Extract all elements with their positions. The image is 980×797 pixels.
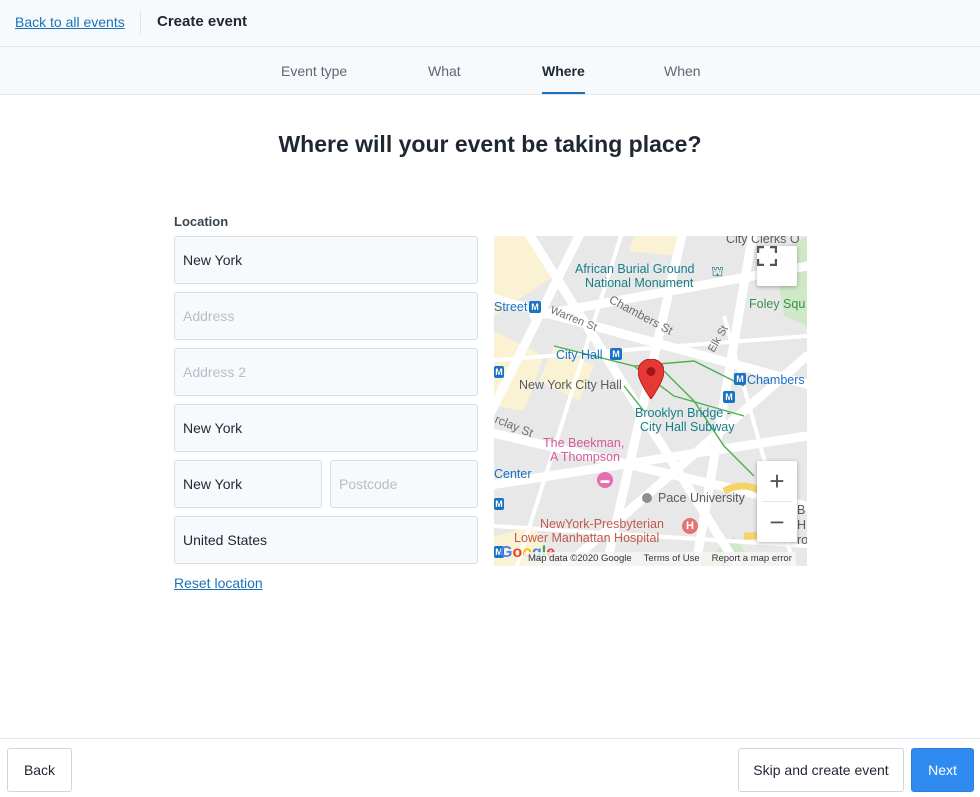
logo-letter: o [512,544,523,561]
map-label-street: Street [494,300,528,314]
postcode-input[interactable] [330,460,478,508]
tab-what[interactable]: What [428,63,461,79]
topbar-divider [140,11,141,35]
map-label-nyp: NewYork-Presbyterian [540,517,664,531]
reset-location-link[interactable]: Reset location [174,575,263,591]
report-map-error-link[interactable]: Report a map error [712,553,792,565]
map-label-lower-manhattan: Lower Manhattan Hospital [514,531,660,545]
logo-letter: G [500,544,513,561]
footer-bar: Back Skip and create event Next [0,738,980,797]
tab-where[interactable]: Where [542,63,585,94]
venue-input[interactable] [174,236,478,284]
subway-icon: M [529,301,541,313]
map-fullscreen-button[interactable] [757,246,797,286]
step-tabs: Event type What Where When [0,47,980,95]
state-input[interactable] [174,460,322,508]
map-zoom-out-button[interactable]: − [757,502,797,542]
map-label-national-monument: National Monument [585,276,694,290]
location-map[interactable]: City Clerks O African Burial Ground Nati… [494,236,807,566]
map-label-pace-university: Pace University [658,491,745,505]
terms-of-use-link[interactable]: Terms of Use [644,553,700,565]
map-label-brooklyn-bridge: Brooklyn Bridge - [635,406,731,420]
subway-icon: M [610,348,622,360]
country-input[interactable] [174,516,478,564]
subway-icon: M [494,366,504,378]
map-label-city-hall: City Hall [556,348,603,362]
map-zoom-in-button[interactable]: + [757,461,797,501]
map-label-nyc-hall: New York City Hall [519,378,622,392]
map-label-african-burial: African Burial Ground [575,262,695,276]
address-input[interactable] [174,292,478,340]
map-label-fragment-b: B [797,503,806,517]
hospital-icon: H [682,518,698,534]
location-label: Location [174,214,229,229]
map-label-beekman: The Beekman, [543,436,625,450]
next-button[interactable]: Next [911,748,974,792]
fullscreen-icon [757,246,777,266]
address2-input[interactable] [174,348,478,396]
map-attribution: Map data ©2020 Google Terms of Use Repor… [524,552,796,566]
map-data-text: Map data ©2020 Google [528,553,632,564]
hotel-icon: ▬ [597,472,613,488]
monument-icon: ⛫ [711,263,724,279]
page-title: Create event [157,13,248,30]
map-label-fragment-o: ro [797,533,807,547]
subway-icon: M [494,498,504,510]
university-icon [642,493,652,503]
tab-event-type[interactable]: Event type [281,63,347,79]
skip-and-create-button[interactable]: Skip and create event [738,748,904,792]
map-marker-icon[interactable] [638,359,664,399]
map-label-foley-square: Foley Squ [749,297,806,311]
map-label-center: Center [494,467,532,481]
map-label-fragment-h: H [797,518,807,532]
back-button[interactable]: Back [7,748,72,792]
map-label-city-clerks: City Clerks O [726,236,800,246]
map-label-chambers: Chambers [747,373,805,387]
tab-when[interactable]: When [664,63,701,79]
city-input[interactable] [174,404,478,452]
subway-icon: M [723,391,735,403]
map-label-thompson: A Thompson [550,450,620,464]
page-heading: Where will your event be taking place? [278,131,702,157]
subway-icon: M [734,373,746,385]
top-bar: Back to all events Create event [0,0,980,47]
map-label-city-hall-subway: City Hall Subway [640,420,735,434]
back-to-events-link[interactable]: Back to all events [15,14,125,30]
map-zoom-control: + − [757,461,797,542]
